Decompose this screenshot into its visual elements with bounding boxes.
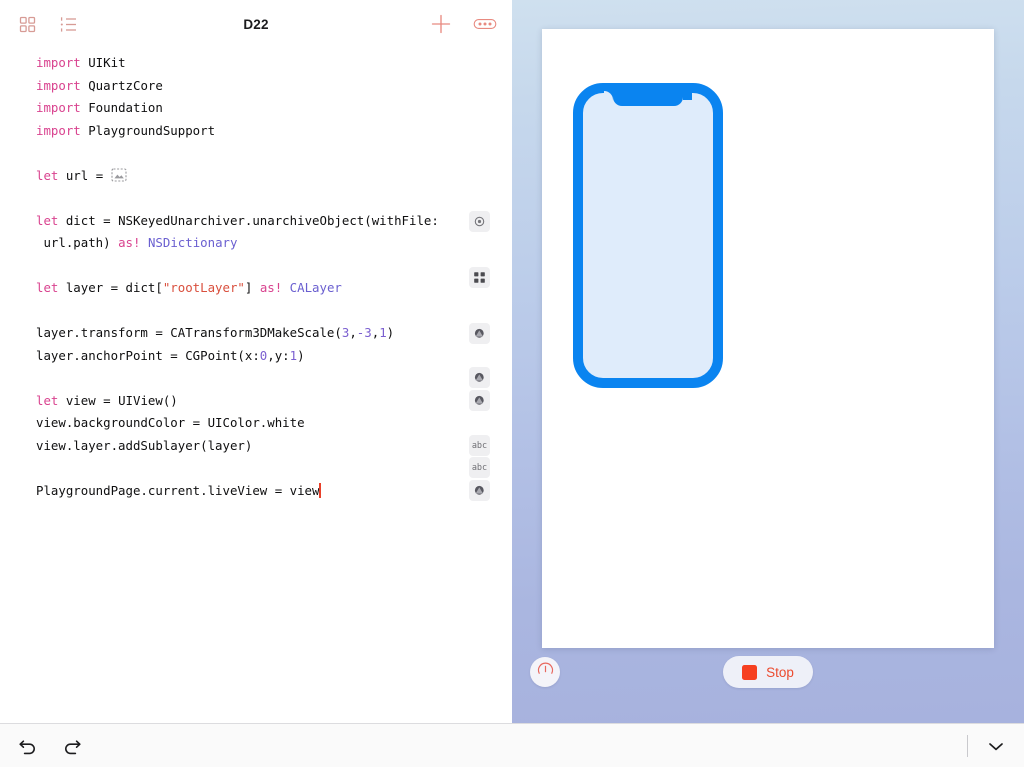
list-icon[interactable] [56, 11, 82, 37]
inline-result-chip-text[interactable]: abc [469, 435, 490, 456]
code-token: , [349, 325, 356, 340]
code-line[interactable] [36, 187, 452, 210]
code-token: import [36, 123, 81, 138]
code-line[interactable]: PlaygroundPage.current.liveView = view [36, 480, 452, 503]
code-token: import [36, 78, 81, 93]
code-token: ) [297, 348, 304, 363]
inline-result-chip-text[interactable]: abc [469, 457, 490, 478]
code-line[interactable]: import PlaygroundSupport [36, 120, 452, 143]
bottom-left-group [14, 732, 86, 760]
code-token: view = UIView() [58, 393, 177, 408]
code-line[interactable] [36, 457, 452, 480]
toolbar-right-group [428, 0, 498, 48]
code-token [282, 280, 289, 295]
code-line[interactable] [36, 367, 452, 390]
chevron-down-icon[interactable] [982, 732, 1010, 760]
code-line[interactable]: layer.anchorPoint = CGPoint(x:0,y:1) [36, 345, 452, 368]
inline-result-chip-grid[interactable] [469, 267, 490, 288]
inline-result-chip-shape[interactable] [469, 390, 490, 411]
source-code[interactable]: import UIKitimport QuartzCoreimport Foun… [36, 52, 452, 502]
code-area[interactable]: import UIKitimport QuartzCoreimport Foun… [0, 48, 512, 723]
notch-mask-left [604, 91, 613, 101]
iphone-outline-shape [573, 83, 723, 388]
code-token: import [36, 100, 81, 115]
grid-icon[interactable] [14, 11, 40, 37]
code-token: 1 [379, 325, 386, 340]
plus-icon[interactable] [428, 11, 454, 37]
code-line[interactable]: let url = [36, 165, 452, 188]
inline-result-chip-target[interactable] [469, 211, 490, 232]
iphone-notch [613, 92, 683, 106]
inline-result-chip-shape[interactable] [469, 367, 490, 388]
code-token: layer.anchorPoint = CGPoint(x: [36, 348, 260, 363]
code-token: layer.transform = CATransform3DMakeScale… [36, 325, 342, 340]
code-line[interactable]: let dict = NSKeyedUnarchiver.unarchiveOb… [36, 210, 452, 233]
code-token: let [36, 168, 58, 183]
code-line[interactable] [36, 142, 452, 165]
toolbar-divider [967, 735, 968, 757]
speedometer-icon [536, 660, 555, 684]
redo-icon[interactable] [58, 732, 86, 760]
code-token: ) [387, 325, 394, 340]
code-token: url.path) [36, 235, 118, 250]
undo-icon[interactable] [14, 732, 42, 760]
text-caret [319, 483, 321, 498]
code-line[interactable] [36, 255, 452, 278]
playgrounds-window: D22 [0, 0, 1024, 767]
code-token: UIKit [81, 55, 126, 70]
code-line[interactable]: layer.transform = CATransform3DMakeScale… [36, 322, 452, 345]
code-token [140, 235, 147, 250]
code-token: "rootLayer" [163, 280, 245, 295]
code-token: view.layer.addSublayer(layer) [36, 438, 252, 453]
inline-result-chip-shape[interactable] [469, 323, 490, 344]
code-token: QuartzCore [81, 78, 163, 93]
code-line[interactable]: url.path) as! NSDictionary [36, 232, 452, 255]
code-token: let [36, 393, 58, 408]
code-line[interactable]: import UIKit [36, 52, 452, 75]
code-token: as! [260, 280, 282, 295]
code-line[interactable]: let layer = dict["rootLayer"] as! CALaye… [36, 277, 452, 300]
code-line[interactable]: import Foundation [36, 97, 452, 120]
editor-pane: D22 [0, 0, 512, 723]
code-token: ] [245, 280, 260, 295]
code-token: CALayer [290, 280, 342, 295]
bottom-right-group [967, 724, 1010, 767]
code-token: dict = NSKeyedUnarchiver.unarchiveObject… [58, 213, 438, 228]
code-token: -3 [357, 325, 372, 340]
toolbar-left-group [14, 11, 82, 37]
code-token: Foundation [81, 100, 163, 115]
code-line[interactable] [36, 300, 452, 323]
code-token: PlaygroundPage.current.liveView = view [36, 483, 319, 498]
code-line[interactable]: view.layer.addSublayer(layer) [36, 435, 452, 458]
stop-button[interactable]: Stop [723, 656, 813, 688]
code-line[interactable]: view.backgroundColor = UIColor.white [36, 412, 452, 435]
code-token: let [36, 213, 58, 228]
code-token: import [36, 55, 81, 70]
live-view-controls: Stop [512, 648, 1024, 723]
code-token: url = [58, 168, 110, 183]
code-token: PlaygroundSupport [81, 123, 215, 138]
code-token: view.backgroundColor = UIColor.white [36, 415, 305, 430]
stop-button-label: Stop [766, 665, 794, 680]
stop-square-icon [742, 665, 757, 680]
inline-image-literal-icon[interactable] [111, 167, 128, 182]
more-icon[interactable] [472, 11, 498, 37]
code-token: as! [118, 235, 140, 250]
main-split: D22 [0, 0, 1024, 723]
execution-speed-button[interactable] [530, 657, 560, 687]
code-line[interactable]: let view = UIView() [36, 390, 452, 413]
notch-mask-right [683, 91, 692, 101]
code-token: ,y: [267, 348, 289, 363]
live-view-canvas [542, 29, 994, 648]
code-token: 1 [290, 348, 297, 363]
code-line[interactable]: import QuartzCore [36, 75, 452, 98]
live-view-pane: Stop [512, 0, 1024, 723]
code-token: layer = dict[ [58, 280, 162, 295]
editor-toolbar: D22 [0, 0, 512, 48]
bottom-toolbar [0, 723, 1024, 767]
code-token: let [36, 280, 58, 295]
inline-result-chip-shape[interactable] [469, 480, 490, 501]
code-token: NSDictionary [148, 235, 238, 250]
